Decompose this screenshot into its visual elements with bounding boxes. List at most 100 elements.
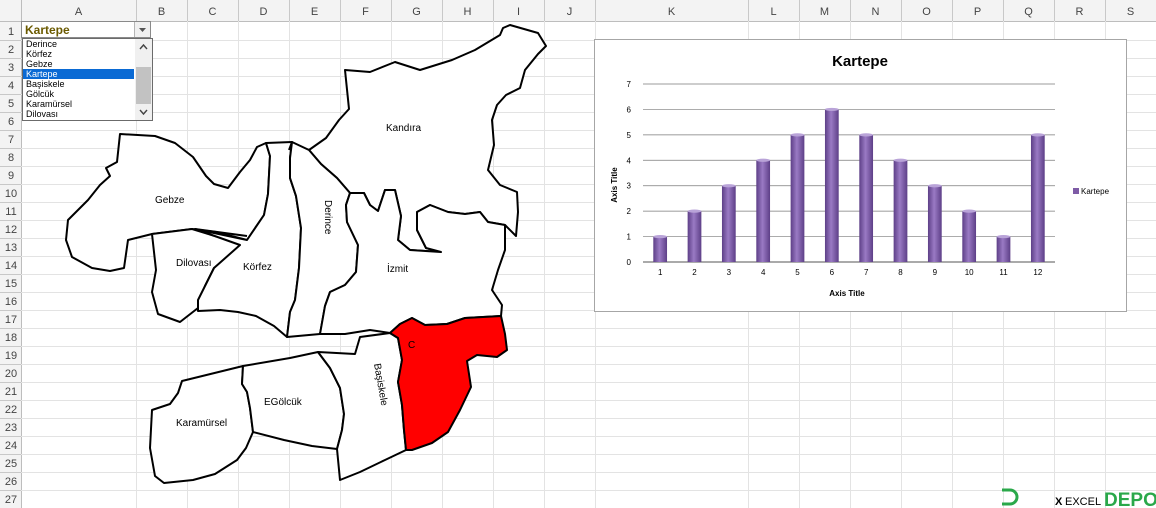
district-combobox[interactable]: Kartepe (21, 21, 151, 38)
column-header[interactable]: L (770, 6, 776, 18)
column-header[interactable]: C (209, 6, 217, 18)
column-header[interactable]: P (974, 6, 981, 18)
dropdown-option[interactable]: Dilovası (23, 109, 134, 119)
column-header[interactable]: A (75, 6, 83, 18)
kartepe-bar-chart[interactable]: Kartepe 01234567 1 2 3 4 5 6 7 8 9 10 11 12 Axis Ti… (594, 39, 1127, 312)
label-izmit: İzmit (387, 262, 408, 275)
combobox-dropdown-button[interactable] (134, 22, 150, 37)
label-karamursel: Karamürsel (176, 418, 227, 429)
chart-x-axis-title: Axis Title (829, 289, 865, 298)
column-header[interactable]: R (1076, 6, 1084, 18)
row-header[interactable]: 24 (5, 440, 17, 452)
chart-gridlines (643, 83, 1055, 263)
row-header[interactable]: 8 (8, 152, 14, 164)
column-header[interactable]: S (1127, 6, 1134, 18)
row-header[interactable]: 23 (5, 422, 17, 434)
scrollbar-thumb[interactable] (136, 67, 151, 104)
column-header[interactable]: Q (1024, 6, 1033, 18)
chart-bar-cap (824, 107, 839, 112)
row-header[interactable]: 3 (8, 62, 14, 74)
dropdown-option[interactable]: Derince (23, 39, 134, 49)
row-header[interactable]: 4 (8, 80, 14, 92)
chart-bar[interactable] (790, 134, 805, 262)
column-header[interactable]: M (820, 6, 829, 18)
row-header[interactable]: 18 (5, 332, 17, 344)
excel-depo-logo: X EXCEL DEPO (1002, 488, 1156, 508)
chart-y-tick-label: 2 (627, 207, 632, 216)
chart-bar[interactable] (962, 211, 977, 262)
column-header[interactable]: F (362, 6, 369, 18)
label-golcuk: EGölcük (264, 397, 303, 408)
row-header[interactable]: 12 (5, 224, 17, 236)
chart-bar[interactable] (756, 160, 771, 262)
row-header[interactable]: 26 (5, 476, 17, 488)
chart-bar[interactable] (859, 134, 874, 262)
row-header[interactable]: 17 (5, 314, 17, 326)
row-header[interactable]: 7 (8, 134, 14, 146)
dropdown-option[interactable]: Gebze (23, 59, 134, 69)
row-header[interactable]: 19 (5, 350, 17, 362)
logo-d-mark (1002, 488, 1019, 506)
row-header[interactable]: 22 (5, 404, 17, 416)
column-header[interactable]: G (412, 6, 421, 18)
column-header[interactable]: H (464, 6, 472, 18)
chart-bar[interactable] (927, 185, 942, 262)
scroll-up-icon[interactable] (136, 41, 151, 53)
chart-x-tick-label: 10 (965, 268, 974, 277)
dropdown-option[interactable]: Karamürsel (23, 99, 134, 109)
row-header[interactable]: 14 (5, 260, 17, 272)
row-header[interactable]: 20 (5, 368, 17, 380)
column-header[interactable]: K (668, 6, 676, 18)
chart-title: Kartepe (832, 53, 888, 70)
row-header[interactable]: 1 (8, 26, 14, 38)
chart-bar[interactable] (1030, 134, 1045, 262)
label-derince: Derince (322, 200, 333, 235)
column-header[interactable]: E (311, 6, 318, 18)
chart-x-tick-label: 3 (727, 268, 732, 277)
chart-bar-cap (859, 133, 874, 137)
row-header[interactable]: 5 (8, 98, 14, 110)
row-header[interactable]: 9 (8, 170, 14, 182)
row-header[interactable]: 13 (5, 242, 17, 254)
chart-bar[interactable] (824, 109, 839, 262)
dropdown-option[interactable]: Körfez (23, 49, 134, 59)
label-korfez: Körfez (243, 262, 272, 273)
chart-x-tick-label: 7 (864, 268, 869, 277)
column-header[interactable]: J (567, 6, 573, 18)
column-header[interactable]: B (158, 6, 165, 18)
row-header[interactable]: 11 (5, 206, 16, 218)
scroll-down-icon[interactable] (136, 106, 151, 118)
chart-bar[interactable] (653, 236, 668, 262)
chart-bar-cap (653, 234, 668, 239)
row-header[interactable]: 6 (8, 116, 14, 128)
chart-y-tick-labels: 0 1 2 3 4 5 6 7 (627, 80, 632, 267)
row-header[interactable]: 2 (8, 44, 14, 56)
dropdown-option[interactable]: Kartepe (23, 69, 134, 79)
row-header[interactable]: 15 (5, 278, 17, 290)
chart-bar[interactable] (721, 185, 736, 262)
chart-bar[interactable] (687, 211, 702, 262)
chart-bar[interactable] (893, 160, 908, 262)
column-header[interactable]: N (872, 6, 880, 18)
district-dropdown-list[interactable]: Derince Körfez Gebze Kartepe Başiskele Gölcük… (22, 38, 153, 121)
logo-excel-text: EXCEL (1065, 496, 1101, 508)
chart-bars (653, 107, 1045, 262)
chart-x-tick-label: 8 (898, 268, 903, 277)
chart-bar-cap (962, 209, 977, 213)
chart-bar-cap (790, 133, 805, 137)
dropdown-scrollbar[interactable] (135, 39, 152, 120)
column-header[interactable]: D (260, 6, 268, 18)
row-header[interactable]: 10 (5, 188, 17, 200)
column-header[interactable]: I (517, 6, 520, 18)
dropdown-option[interactable]: Gölcük (23, 89, 134, 99)
chart-y-tick-label: 4 (627, 156, 632, 165)
chart-bar[interactable] (996, 236, 1011, 262)
logo-depo-text: DEPO (1104, 490, 1156, 508)
dropdown-option[interactable]: Başiskele (23, 79, 134, 89)
row-header[interactable]: 25 (5, 458, 17, 470)
row-header[interactable]: 21 (5, 386, 17, 398)
chart-x-tick-label: 1 (658, 268, 663, 277)
column-header[interactable]: O (922, 6, 931, 18)
row-header[interactable]: 27 (5, 494, 17, 506)
row-header[interactable]: 16 (5, 296, 17, 308)
